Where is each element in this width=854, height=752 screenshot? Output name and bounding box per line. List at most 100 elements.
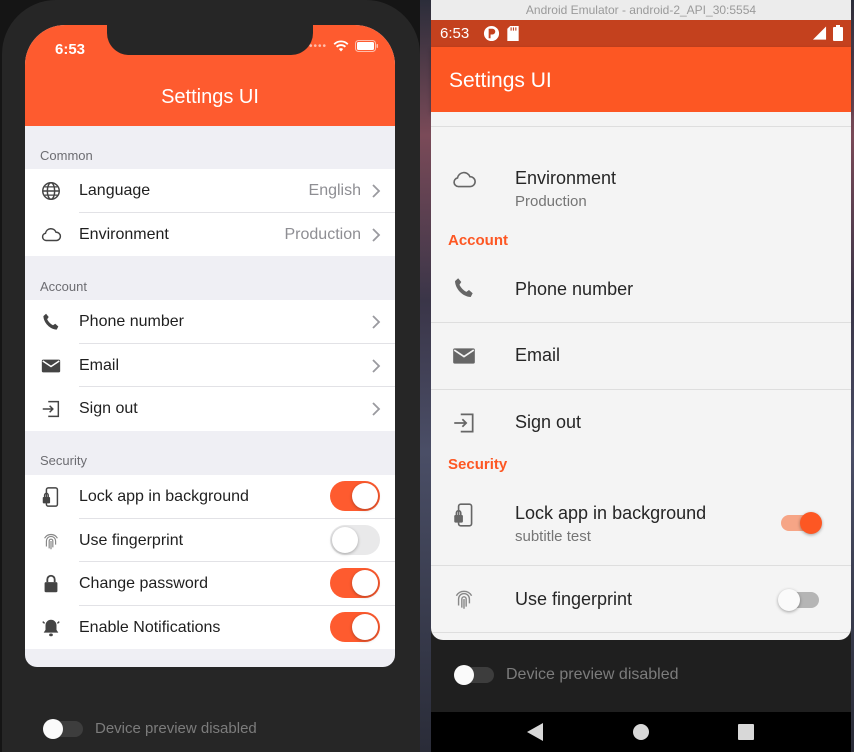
chevron-right-icon — [372, 315, 381, 329]
device-preview-label: Device preview disabled — [95, 720, 257, 737]
chevron-right-icon — [372, 184, 381, 198]
fingerprint-icon — [455, 590, 473, 609]
phone-lock-icon — [42, 487, 59, 507]
ios-notch — [107, 25, 313, 55]
section-title-security: Security — [448, 456, 508, 473]
page-title: Settings UI — [449, 69, 552, 92]
setting-label: Use fingerprint — [515, 589, 633, 609]
section-title-account: Account — [448, 232, 508, 249]
toggle-knob — [454, 665, 474, 685]
setting-label: Phone number — [515, 279, 634, 299]
sign-out-icon — [42, 401, 60, 418]
ios-header: 6:53 •••• Settings UI — [25, 25, 395, 126]
device-preview-toggle[interactable] — [454, 665, 494, 685]
setting-environment[interactable]: Environment Production — [25, 213, 395, 257]
setting-label: Change password — [79, 575, 208, 593]
switch-thumb — [800, 512, 822, 534]
app-notification-icon — [483, 25, 500, 42]
setting-fingerprint: Use fingerprint — [25, 519, 395, 563]
setting-label: Sign out — [515, 412, 582, 432]
android-status-time: 6:53 — [440, 25, 470, 42]
setting-value: English — [308, 182, 361, 199]
nav-recents-icon[interactable] — [737, 722, 755, 742]
android-device-preview: Device preview disabled — [454, 665, 679, 685]
section-title-common: Common — [40, 148, 93, 163]
fingerprint-toggle[interactable] — [330, 524, 380, 555]
mail-icon — [453, 348, 475, 364]
setting-sign-out[interactable]: Sign out — [431, 390, 851, 456]
setting-environment[interactable]: Environment Production — [431, 127, 851, 221]
setting-value: Production — [284, 225, 362, 243]
battery-icon — [355, 40, 378, 52]
setting-sign-out[interactable]: Sign out — [25, 387, 395, 431]
sign-out-icon — [454, 413, 474, 433]
setting-fingerprint[interactable]: Use fingerprint — [431, 566, 851, 632]
android-settings-list: Environment Production Account Phone num… — [431, 112, 851, 640]
section-account: Phone number Email Sign out — [25, 300, 395, 431]
setting-lock-app: Lock app in background — [25, 475, 395, 519]
lock-app-toggle[interactable] — [330, 481, 380, 511]
setting-label: Email — [515, 345, 561, 365]
setting-label: Email — [79, 356, 120, 374]
android-status-bar: 6:53 — [431, 20, 851, 47]
setting-label: Enable Notifications — [79, 618, 221, 636]
setting-email[interactable]: Email — [431, 323, 851, 389]
wifi-icon — [333, 40, 349, 52]
setting-change-password: Change password — [25, 562, 395, 606]
section-security: Lock app in background Use fingerprint C… — [25, 475, 395, 650]
ios-status-time: 6:53 — [55, 41, 86, 58]
fingerprint-icon — [44, 533, 58, 549]
android-status-right-icons — [812, 25, 843, 41]
setting-language[interactable]: Language English — [25, 169, 395, 213]
signal-dots-icon: •••• — [308, 40, 327, 52]
chevron-right-icon — [372, 402, 381, 416]
setting-phone-number[interactable]: Phone number — [25, 300, 395, 344]
setting-email[interactable]: Email — [25, 344, 395, 388]
setting-phone-number[interactable]: Phone number — [431, 255, 851, 322]
device-preview-toggle[interactable] — [43, 718, 83, 739]
page-title: Settings UI — [161, 86, 259, 108]
phone-icon — [43, 313, 59, 330]
switch-thumb — [778, 589, 800, 611]
lock-app-switch[interactable] — [781, 512, 822, 534]
android-app-bar: Settings UI — [431, 47, 851, 112]
notifications-toggle[interactable] — [330, 611, 380, 642]
section-title-security: Security — [40, 453, 87, 468]
setting-label: Environment — [515, 168, 617, 188]
globe-icon — [42, 182, 60, 200]
setting-lock-app[interactable]: Lock app in background subtitle test — [431, 479, 851, 565]
section-title-account: Account — [40, 279, 87, 294]
android-emulator: 6:53 Settings UI Environment Production … — [431, 20, 851, 752]
ios-screen: 6:53 •••• Settings UI Common Language En… — [25, 25, 395, 667]
cell-signal-icon — [812, 26, 827, 40]
lock-icon — [44, 575, 58, 593]
nav-home-icon[interactable] — [632, 722, 650, 742]
toggle-knob — [352, 613, 378, 640]
setting-subtitle: Production — [515, 193, 587, 210]
phone-lock-icon — [454, 503, 473, 527]
toggle-knob — [352, 483, 378, 509]
android-status-icons — [483, 25, 520, 42]
nav-back-icon[interactable] — [526, 722, 544, 742]
battery-icon — [833, 25, 843, 41]
list-divider — [431, 632, 851, 633]
toggle-knob — [43, 718, 63, 739]
android-navigation-bar — [431, 712, 851, 752]
setting-label: Lock app in background — [79, 488, 249, 505]
section-common: Language English Environment Production — [25, 169, 395, 257]
setting-label: Environment — [79, 225, 169, 243]
toggle-knob — [352, 570, 378, 597]
setting-label: Use fingerprint — [79, 531, 184, 549]
emulator-window-title: Android Emulator - android-2_API_30:5554 — [431, 0, 851, 20]
cloud-icon — [41, 227, 62, 241]
sd-card-icon — [507, 25, 519, 42]
change-password-toggle[interactable] — [330, 568, 380, 599]
toggle-knob — [332, 526, 358, 553]
phone-icon — [455, 278, 473, 297]
ios-status-icons: •••• — [309, 40, 379, 52]
setting-label: Lock app in background — [515, 503, 707, 523]
fingerprint-switch[interactable] — [778, 589, 819, 611]
mail-icon — [41, 359, 61, 373]
device-preview-label: Device preview disabled — [506, 666, 679, 683]
setting-label: Language — [79, 182, 151, 199]
